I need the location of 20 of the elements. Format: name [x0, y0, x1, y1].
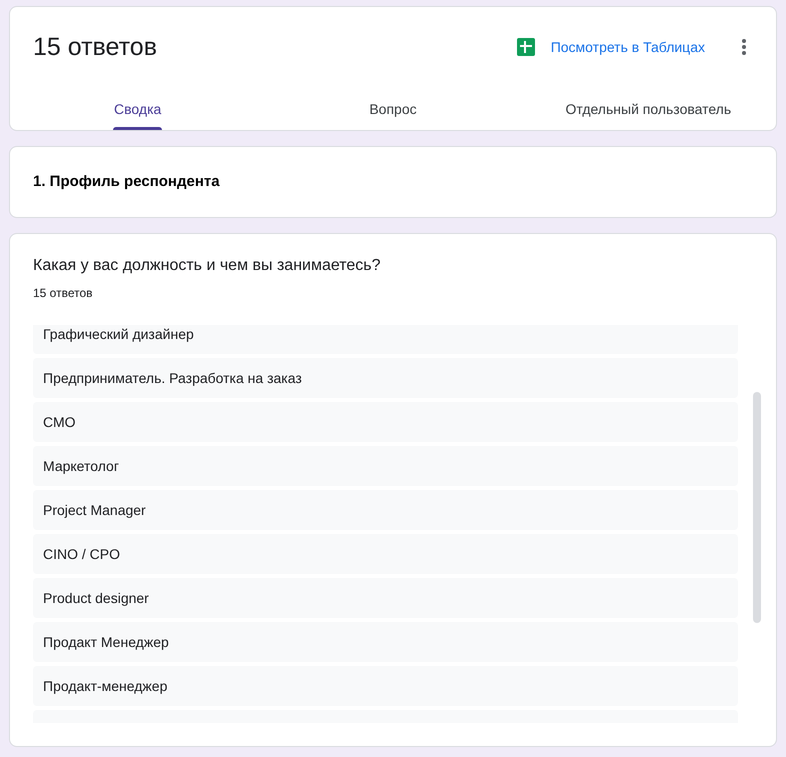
response-row: Продакт Менеджер [33, 622, 738, 662]
response-row: Продакт-менеджер [33, 666, 738, 706]
response-row: Project Manager [33, 490, 738, 530]
section-title: 1. Профиль респондента [33, 172, 221, 192]
view-in-sheets-link[interactable]: Посмотреть в Таблицах [508, 32, 713, 62]
scrollbar-thumb[interactable] [753, 392, 761, 623]
response-row: CINO / CPO [33, 534, 738, 574]
more-options-icon [742, 39, 746, 55]
question-text: Какая у вас должность и чем вы занимаетесь? [33, 256, 382, 276]
tab[interactable]: Отдельный пользователь [564, 84, 732, 130]
response-row: Маркетолог [33, 446, 738, 486]
tab[interactable]: Сводка [113, 84, 162, 130]
response-count: 15 ответов [33, 285, 94, 301]
response-row: СМО [33, 402, 738, 442]
response-row: Графический дизайнер [33, 325, 738, 354]
response-row: Product designer [33, 578, 738, 618]
spreadsheet-icon [516, 38, 535, 56]
response-row: Предприниматель. Разработка на заказ [33, 358, 738, 398]
tab[interactable]: Вопрос [368, 84, 418, 130]
responses-title: 15 ответов [33, 32, 158, 62]
